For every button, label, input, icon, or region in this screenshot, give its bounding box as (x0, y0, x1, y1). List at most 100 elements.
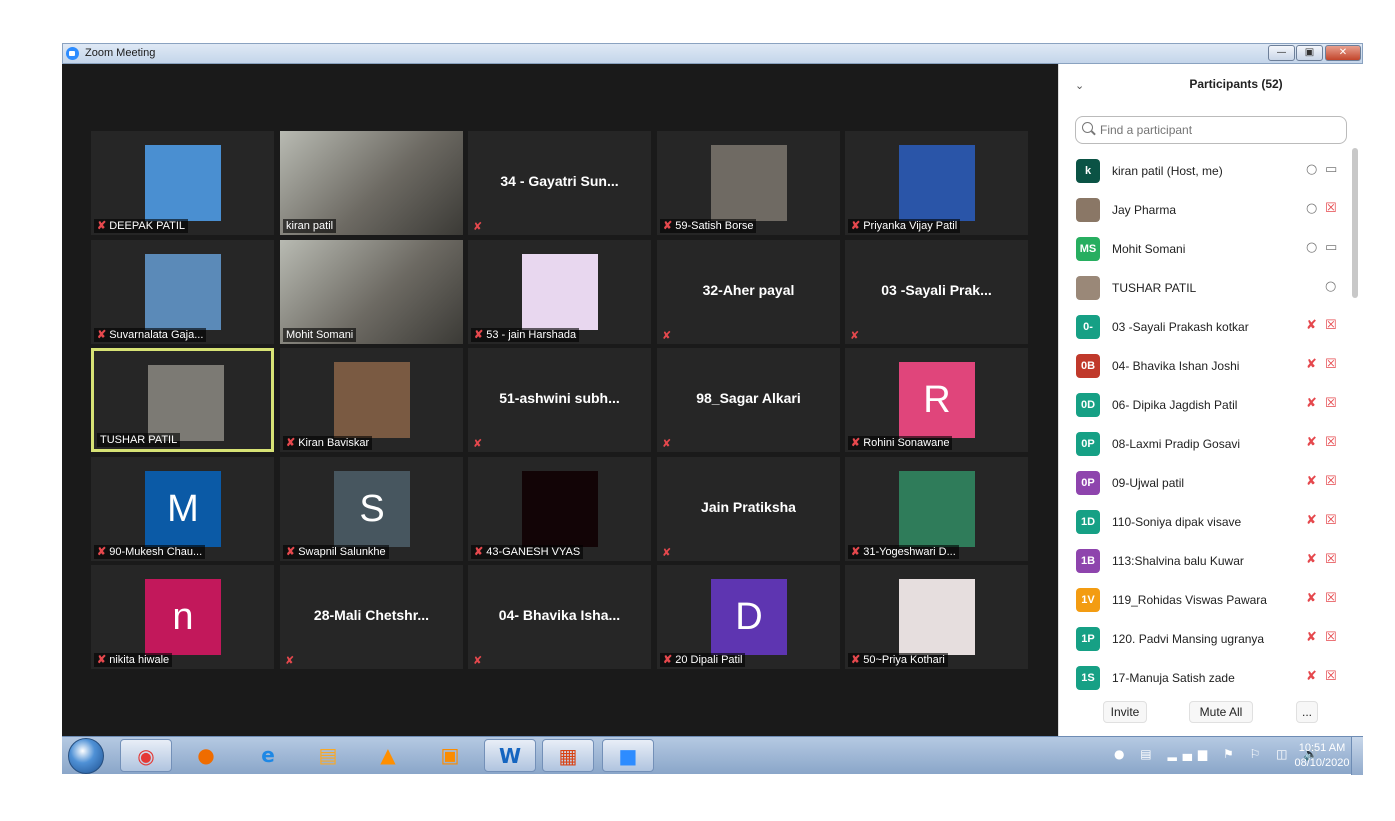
camera-icon[interactable]: ▭ (1325, 162, 1337, 177)
participant-row[interactable]: 0- 03 -Sayali Prakash kotkar ✘ ☒ (1059, 308, 1349, 347)
participant-row[interactable]: k kiran patil (Host, me) ○ ▭ (1059, 152, 1349, 191)
camera-off-icon[interactable]: ☒ (1325, 474, 1337, 489)
profile-photo (899, 471, 975, 547)
mic-muted-icon: ✘ (286, 437, 296, 449)
video-tile[interactable]: Mohit Somani (280, 240, 463, 344)
mic-icon[interactable]: ○ (1325, 279, 1336, 294)
video-tile[interactable]: ✘ Suvarnalata Gaja... (91, 240, 274, 344)
video-tile[interactable]: 04- Bhavika Isha... ✘ (468, 565, 651, 669)
participant-row[interactable]: TUSHAR PATIL ○ (1059, 269, 1349, 308)
video-tile[interactable]: 34 - Gayatri Sun... ✘ (468, 131, 651, 235)
start-button[interactable] (68, 738, 104, 774)
video-tile[interactable]: M ✘ 90-Mukesh Chau... (91, 457, 274, 561)
clock-date[interactable]: 08/10/2020 (1292, 757, 1352, 769)
explorer-icon[interactable]: ▤ (302, 739, 354, 772)
camera-off-icon[interactable]: ☒ (1325, 552, 1337, 567)
video-tile[interactable]: S ✘ Swapnil Salunkhe (280, 457, 463, 561)
participant-row[interactable]: 1P 120. Padvi Mansing ugranya ✘ ☒ (1059, 620, 1349, 659)
mic-muted-icon[interactable]: ✘ (1306, 630, 1317, 645)
participant-avatar: k (1076, 159, 1100, 183)
video-tile[interactable]: TUSHAR PATIL (91, 348, 274, 452)
video-tile[interactable]: ✘ Priyanka Vijay Patil (845, 131, 1028, 235)
maximize-button[interactable]: ▣ (1296, 45, 1323, 61)
camera-off-icon[interactable]: ☒ (1325, 630, 1337, 645)
video-tile[interactable]: n ✘ nikita hiwale (91, 565, 274, 669)
participant-row[interactable]: 1S 17-Manuja Satish zade ✘ ☒ (1059, 659, 1349, 698)
more-options-button[interactable]: ... (1296, 701, 1318, 723)
camera-off-icon[interactable]: ☒ (1325, 669, 1337, 684)
video-tile[interactable]: Jain Pratiksha ✘ (657, 457, 840, 561)
video-tile[interactable]: ✘ 50~Priya Kothari (845, 565, 1028, 669)
mic-icon[interactable]: ○ (1306, 240, 1317, 255)
word-icon[interactable]: W (484, 739, 536, 772)
window-title: Zoom Meeting (85, 47, 156, 59)
participant-row[interactable]: 0P 08-Laxmi Pradip Gosavi ✘ ☒ (1059, 425, 1349, 464)
mic-muted-icon[interactable]: ✘ (1306, 513, 1317, 528)
mic-muted-icon[interactable]: ✘ (1306, 318, 1317, 333)
camera-off-icon[interactable]: ☒ (1325, 435, 1337, 450)
video-tile[interactable]: kiran patil (280, 131, 463, 235)
firefox-icon[interactable]: ● (180, 739, 232, 772)
camera-icon[interactable]: ▭ (1325, 240, 1337, 255)
participant-row[interactable]: MS Mohit Somani ○ ▭ (1059, 230, 1349, 269)
camera-off-icon[interactable]: ☒ (1325, 513, 1337, 528)
profile-photo (145, 145, 221, 221)
video-tile[interactable]: 32-Aher payal ✘ (657, 240, 840, 344)
ie-icon[interactable]: e (242, 739, 294, 772)
mic-muted-icon[interactable]: ✘ (1306, 669, 1317, 684)
mic-muted-icon[interactable]: ✘ (1306, 474, 1317, 489)
vlc-icon[interactable]: ▲ (362, 739, 414, 772)
mic-muted-icon[interactable]: ✘ (1306, 435, 1317, 450)
participant-row[interactable]: 0B 04- Bhavika Ishan Joshi ✘ ☒ (1059, 347, 1349, 386)
video-tile[interactable]: 51-ashwini subh... ✘ (468, 348, 651, 452)
show-desktop-button[interactable] (1351, 737, 1363, 775)
mic-muted-icon[interactable]: ✘ (1306, 591, 1317, 606)
camera-off-icon[interactable]: ☒ (1325, 318, 1337, 333)
video-tile[interactable]: ✘ 53 - jain Harshada (468, 240, 651, 344)
video-tile[interactable]: 03 -Sayali Prak... ✘ (845, 240, 1028, 344)
video-tile[interactable]: 28-Mali Chetshr... ✘ (280, 565, 463, 669)
participants-scrollbar[interactable] (1352, 148, 1358, 298)
participant-row[interactable]: 1V 119_Rohidas Viswas Pawara ✘ ☒ (1059, 581, 1349, 620)
close-button[interactable]: ✕ (1325, 45, 1361, 61)
participant-name: 110-Soniya dipak visave (1112, 515, 1242, 529)
video-tile[interactable]: ✘ DEEPAK PATIL (91, 131, 274, 235)
video-tile[interactable]: D ✘ 20 Dipali Patil (657, 565, 840, 669)
camera-off-icon[interactable]: ☒ (1325, 591, 1337, 606)
participant-name: 120. Padvi Mansing ugranya (1112, 632, 1265, 646)
mic-muted-icon[interactable]: ✘ (1306, 357, 1317, 372)
mic-icon[interactable]: ○ (1306, 162, 1317, 177)
presentation-icon[interactable]: ▦ (542, 739, 594, 772)
camera-off-icon[interactable]: ☒ (1325, 396, 1337, 411)
camera-off-icon[interactable]: ☒ (1325, 201, 1337, 216)
mic-icon[interactable]: ○ (1306, 201, 1317, 216)
invite-button[interactable]: Invite (1103, 701, 1147, 723)
video-tile[interactable]: ✘ Kiran Baviskar (280, 348, 463, 452)
minimize-button[interactable]: — (1268, 45, 1295, 61)
participant-row[interactable]: 0P 09-Ujwal patil ✘ ☒ (1059, 464, 1349, 503)
participant-row[interactable]: 1B 113:Shalvina balu Kuwar ✘ ☒ (1059, 542, 1349, 581)
zoom-icon[interactable]: ■ (602, 739, 654, 772)
participant-row[interactable]: Jay Pharma ○ ☒ (1059, 191, 1349, 230)
window-titlebar[interactable]: Zoom Meeting — ▣ ✕ (62, 43, 1363, 64)
mic-muted-icon[interactable]: ✘ (1306, 552, 1317, 567)
video-tile[interactable]: R ✘ Rohini Sonawane (845, 348, 1028, 452)
participant-avatar: 1D (1076, 510, 1100, 534)
clock-time[interactable]: 10:51 AM (1292, 742, 1352, 754)
mic-muted-icon: ✘ (851, 654, 861, 666)
find-participant-input[interactable] (1075, 116, 1347, 144)
profile-photo (711, 145, 787, 221)
participant-row[interactable]: 1D 110-Soniya dipak visave ✘ ☒ (1059, 503, 1349, 542)
video-tile[interactable]: 98_Sagar Alkari ✘ (657, 348, 840, 452)
participants-panel: ⌄ Participants (52) kkiran patil (Host, … (1058, 64, 1363, 736)
mic-muted-icon[interactable]: ✘ (1306, 396, 1317, 411)
video-tile[interactable]: ✘ 59-Satish Borse (657, 131, 840, 235)
video-tile[interactable]: ✘ 43-GANESH VYAS (468, 457, 651, 561)
media-icon[interactable]: ▣ (424, 739, 476, 772)
tile-center-name: 03 -Sayali Prak... (881, 282, 992, 298)
video-tile[interactable]: ✘ 31-Yogeshwari D... (845, 457, 1028, 561)
participant-row[interactable]: 0D 06- Dipika Jagdish Patil ✘ ☒ (1059, 386, 1349, 425)
mute-all-button[interactable]: Mute All (1189, 701, 1253, 723)
camera-off-icon[interactable]: ☒ (1325, 357, 1337, 372)
chrome-icon[interactable]: ◉ (120, 739, 172, 772)
